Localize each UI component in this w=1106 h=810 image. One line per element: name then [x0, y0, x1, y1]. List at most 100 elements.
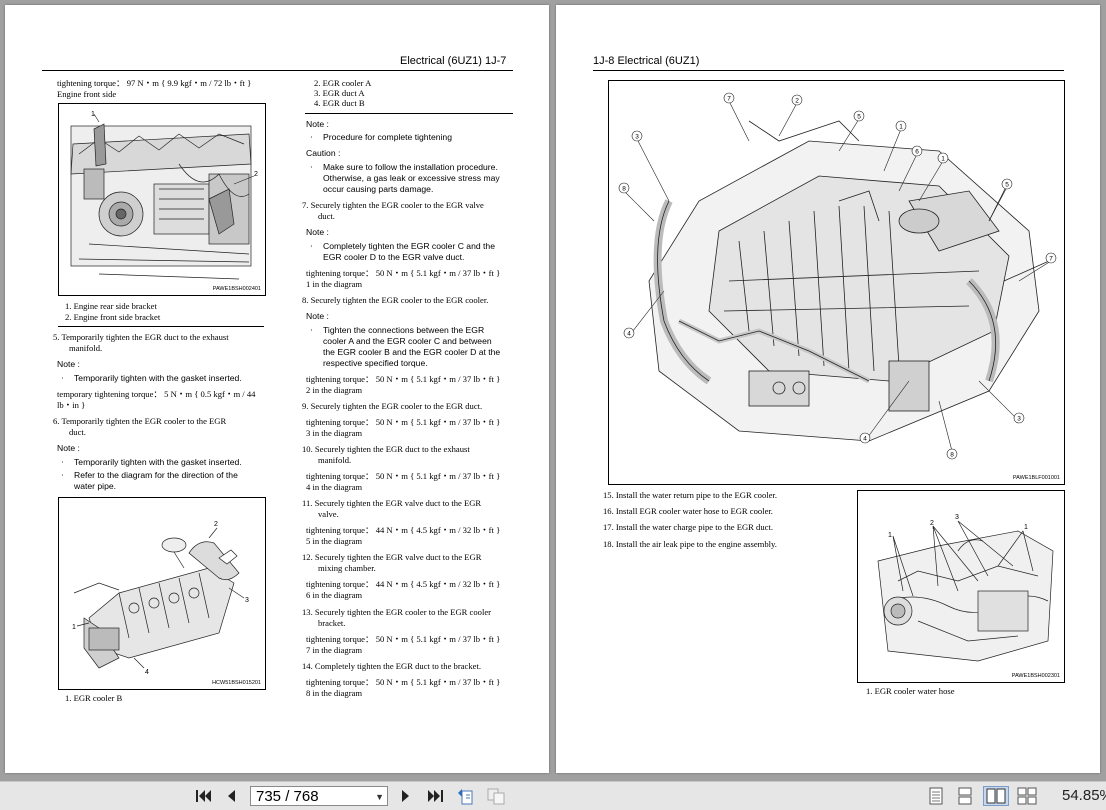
torque-text: lb・in } [57, 400, 86, 410]
torque-text: 8 in the diagram [306, 688, 363, 698]
torque-text: tightening torque： 50 N・m { 5.1 kgf・m / … [306, 417, 501, 427]
svg-text:3: 3 [955, 514, 959, 521]
step-text: valve. [318, 509, 339, 519]
step-text: 10. Securely tighten the EGR duct to the… [302, 444, 470, 454]
note-text: Tighten the connections between the EGR [323, 325, 485, 335]
svg-text:4: 4 [145, 669, 149, 676]
bullet: · [310, 325, 313, 335]
document-page-left: Electrical (6UZ1) 1J-7 tightening torque… [5, 5, 549, 773]
bullet: · [61, 457, 64, 467]
step-text: 8. Securely tighten the EGR cooler to th… [302, 295, 489, 305]
list-item: 4. EGR duct B [314, 98, 365, 108]
torque-text: 2 in the diagram [306, 385, 363, 395]
zoom-level[interactable]: 54.85% [1062, 787, 1106, 804]
torque-text: 6 in the diagram [306, 590, 363, 600]
step-text: 9. Securely tighten the EGR cooler to th… [302, 401, 483, 411]
svg-text:6: 6 [915, 149, 919, 156]
svg-text:3: 3 [635, 134, 639, 141]
figure-code: PAWE1BSH002301 [1011, 673, 1060, 679]
torque-text: tightening torque： 44 N・m { 4.5 kgf・m / … [306, 579, 501, 589]
step-text: 5. Temporarily tighten the EGR duct to t… [53, 332, 229, 342]
caution-text: Otherwise, a gas leak or excessive stres… [323, 173, 500, 183]
list-item: 2. Engine front side bracket [65, 312, 161, 322]
step-text: 13. Securely tighten the EGR cooler to t… [302, 607, 492, 617]
step-text: 14. Completely tighten the EGR duct to t… [302, 661, 481, 671]
step-text: 16. Install EGR cooler water hose to EGR… [603, 506, 773, 516]
note-text: Completely tighten the EGR cooler C and … [323, 241, 495, 251]
svg-text:3: 3 [1017, 416, 1021, 423]
two-page-continuous-icon[interactable] [1015, 786, 1039, 806]
two-page-view-icon[interactable] [983, 786, 1009, 806]
bullet: · [310, 241, 313, 251]
note-text: Temporarily tighten with the gasket inse… [74, 373, 242, 383]
torque-text: tightening torque： 50 N・m { 5.1 kgf・m / … [306, 374, 501, 384]
svg-text:3: 3 [245, 597, 249, 604]
list-item: 1. EGR cooler water hose [866, 686, 955, 696]
first-page-icon[interactable] [193, 786, 215, 806]
document-page-right: 1J-8 Electrical (6UZ1) 7 2 5 1 6 1 3 8 5… [556, 5, 1100, 773]
svg-text:4: 4 [627, 331, 631, 338]
svg-text:7: 7 [727, 96, 731, 103]
caution-label: Caution : [306, 148, 341, 158]
step-text: 18. Install the air leak pipe to the eng… [603, 539, 777, 549]
step-text: mixing chamber. [318, 563, 376, 573]
note-text: respective specified torque. [323, 358, 428, 368]
copy-page-icon[interactable] [485, 786, 509, 806]
note-text: EGR cooler D to the EGR valve duct. [323, 252, 465, 262]
svg-text:7: 7 [1049, 256, 1053, 263]
note-text: cooler A and the EGR cooler C and betwee… [323, 336, 492, 346]
egr-cooler-figure: 2 3 1 4 HCW51BSH015201 [58, 497, 266, 690]
torque-text: tightening torque： 97 N・m { 9.9 kgf・m / … [57, 78, 252, 88]
step-text: bracket. [318, 618, 346, 628]
figure-code: PAWE1BSH002401 [212, 286, 261, 292]
note-label: Note : [306, 311, 329, 321]
single-page-view-icon[interactable] [926, 786, 946, 806]
svg-text:2: 2 [795, 98, 799, 105]
svg-text:1: 1 [888, 532, 892, 539]
list-item: 1. Engine rear side bracket [65, 301, 157, 311]
bullet: · [61, 470, 64, 480]
note-text: Procedure for complete tightening [323, 132, 452, 142]
svg-text:1: 1 [941, 156, 945, 163]
header-rule [42, 70, 513, 71]
page-header: 1J-8 Electrical (6UZ1) [593, 55, 700, 67]
chevron-down-icon[interactable]: ▼ [375, 787, 384, 807]
bullet: · [61, 373, 64, 383]
page-header: Electrical (6UZ1) 1J-7 [400, 55, 507, 67]
svg-text:2: 2 [254, 171, 258, 178]
continuous-view-icon[interactable] [954, 786, 976, 806]
note-label: Note : [306, 119, 329, 129]
caution-text: Make sure to follow the installation pro… [323, 162, 498, 172]
svg-text:1: 1 [91, 111, 95, 118]
figure-code: HCW51BSH015201 [212, 680, 261, 686]
engine-bracket-figure: 1 2 PAWE1BSH002401 [58, 103, 266, 296]
step-text: 11. Securely tighten the EGR valve duct … [302, 498, 482, 508]
torque-text: tightening torque： 50 N・m { 5.1 kgf・m / … [306, 634, 501, 644]
note-text: Temporarily tighten with the gasket inse… [74, 457, 242, 467]
list-item: 3. EGR duct A [314, 88, 365, 98]
step-text: 12. Securely tighten the EGR valve duct … [302, 552, 482, 562]
step-text: 17. Install the water charge pipe to the… [603, 522, 773, 532]
next-page-icon[interactable] [397, 786, 415, 806]
rotate-page-icon[interactable] [455, 786, 479, 806]
page-number-input[interactable]: 735 / 768 ▼ [250, 786, 388, 806]
list-item: 1. EGR cooler B [65, 693, 123, 703]
note-text: water pipe. [74, 481, 117, 491]
torque-text: tightening torque： 50 N・m { 5.1 kgf・m / … [306, 471, 501, 481]
engine-assembly-figure: 7 2 5 1 6 1 3 8 5 7 4 4 8 3 PAWE1BLF001001 [608, 80, 1065, 485]
bullet: · [310, 162, 313, 172]
step-text: 6. Temporarily tighten the EGR cooler to… [53, 416, 227, 426]
svg-text:1: 1 [1024, 524, 1028, 531]
torque-text: 3 in the diagram [306, 428, 363, 438]
svg-text:5: 5 [857, 114, 861, 121]
step-text: manifold. [69, 343, 103, 353]
last-page-icon[interactable] [424, 786, 446, 806]
torque-text: 7 in the diagram [306, 645, 363, 655]
svg-text:1: 1 [72, 624, 76, 631]
caution-text: occur causing parts damage. [323, 184, 434, 194]
step-text: 15. Install the water return pipe to the… [603, 490, 777, 500]
note-label: Note : [306, 227, 329, 237]
list-item: 2. EGR cooler A [314, 78, 372, 88]
previous-page-icon[interactable] [222, 786, 240, 806]
torque-text: tightening torque： 50 N・m { 5.1 kgf・m / … [306, 677, 501, 687]
